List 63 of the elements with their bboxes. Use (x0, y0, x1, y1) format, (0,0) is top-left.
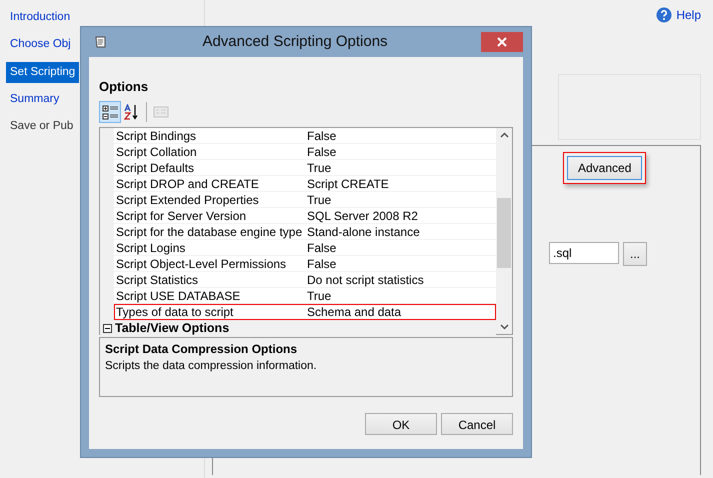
dialog-button[interactable]: OK (365, 413, 437, 435)
scroll-up-icon[interactable] (500, 132, 508, 138)
property-row[interactable]: Script Statistics Do not script statistics (114, 272, 496, 288)
property-value: Schema and data (307, 304, 402, 318)
dialog-title: Advanced Scripting Options (201, 32, 389, 52)
property-name: Script Logins (115, 240, 186, 254)
property-row[interactable]: Script DROP and CREATE Script CREATE (114, 176, 496, 192)
property-name: Script Extended Properties (115, 192, 260, 206)
property-name: Script Object-Level Permissions (115, 256, 288, 270)
property-name: Types of data to script (115, 304, 234, 318)
property-name: Script Defaults (115, 160, 196, 174)
property-value: False (307, 144, 338, 158)
property-value: Do not script statistics (307, 272, 425, 286)
property-value: SQL Server 2008 R2 (307, 208, 419, 222)
property-row[interactable]: Types of data to script Schema and data (114, 304, 496, 320)
dialog-button[interactable]: Cancel (441, 413, 513, 435)
property-value: True (307, 192, 332, 206)
property-value: Stand-alone instance (307, 224, 421, 238)
categorized-view-button[interactable] (99, 100, 121, 122)
file-path-field[interactable]: .sql (549, 242, 619, 264)
property-name: Script DROP and CREATE (115, 176, 260, 190)
property-name: Script Collation (115, 144, 198, 158)
property-pages-icon (153, 104, 169, 120)
category-label: Table/View Options (115, 320, 230, 336)
property-row[interactable]: Script Object-Level Permissions False (114, 256, 496, 272)
property-name: Script Bindings (115, 128, 198, 142)
property-row[interactable]: Script Collation False (114, 144, 496, 160)
close-button[interactable] (481, 32, 523, 52)
description-text: Scripts the data compression information. (105, 358, 318, 374)
collapse-icon[interactable] (103, 324, 112, 332)
property-value: False (307, 240, 338, 254)
property-name: Script Statistics (115, 272, 200, 286)
property-value: False (307, 128, 338, 142)
property-value: True (307, 160, 332, 174)
property-row[interactable]: Script Logins False (114, 240, 496, 256)
property-name: Script USE DATABASE (115, 288, 242, 302)
scroll-down-icon[interactable] (500, 324, 508, 330)
property-row[interactable]: Script for Server Version SQL Server 2008 R2 (114, 208, 496, 224)
categorized-view-icon (102, 104, 118, 120)
description-title: Script Data Compression Options (105, 340, 298, 358)
help-link[interactable]: Help (656, 6, 701, 24)
sidebar-item[interactable]: Summary (6, 88, 64, 110)
sidebar-item[interactable]: Introduction (6, 7, 74, 28)
property-row[interactable]: Script Extended Properties True (114, 192, 496, 208)
property-value: True (307, 288, 332, 302)
property-value: False (307, 256, 338, 270)
scrollbar[interactable] (496, 128, 512, 334)
property-row[interactable]: Script for the database engine type Stand-alone instance (114, 224, 496, 240)
property-value: Script CREATE (307, 176, 390, 190)
browse-button[interactable]: ... (623, 242, 648, 266)
advanced-button[interactable]: Advanced (567, 156, 642, 180)
section-heading: Options (99, 78, 150, 96)
sidebar-item[interactable]: Save or Pub (6, 116, 78, 138)
help-icon (656, 7, 672, 23)
property-row[interactable]: Script USE DATABASE True (114, 288, 496, 304)
sort-alphabetical-icon (124, 104, 140, 120)
sidebar-item[interactable]: Choose Obj (6, 34, 75, 56)
sidebar-item[interactable]: Set Scripting (6, 62, 80, 83)
close-icon (497, 36, 507, 46)
property-row[interactable]: Script Bindings False (114, 128, 496, 144)
property-row[interactable]: Script Defaults True (114, 160, 496, 176)
property-name: Script for Server Version (115, 208, 248, 222)
property-name: Script for the database engine type (115, 224, 304, 238)
